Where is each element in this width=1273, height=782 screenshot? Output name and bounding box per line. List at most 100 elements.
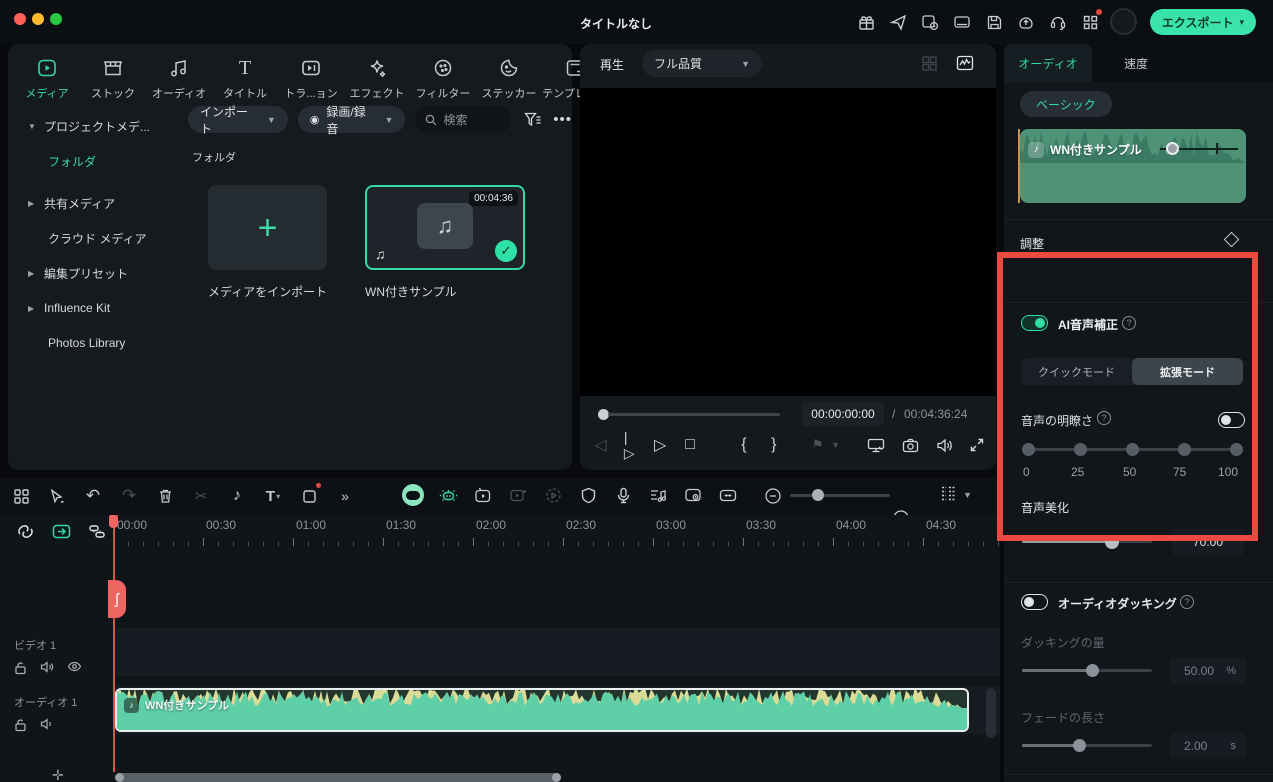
sidebar-item-edit-presets[interactable]: ▶ 編集プリセット (16, 258, 168, 288)
multi-view-icon[interactable] (921, 55, 938, 72)
headset-support-icon[interactable] (1048, 12, 1068, 32)
vertical-scrollbar[interactable] (986, 688, 996, 738)
quick-video-icon[interactable] (472, 484, 494, 506)
voice-clarity-slider[interactable] (1022, 443, 1243, 456)
zoom-out-icon[interactable] (762, 485, 784, 507)
track-height-control[interactable]: ▼ (940, 485, 972, 504)
basic-chip[interactable]: ベーシック (1020, 91, 1112, 117)
track-manager-icon[interactable] (86, 520, 108, 542)
sidebar-item-photos-library[interactable]: Photos Library (16, 328, 168, 358)
import-media-tile[interactable]: + (208, 185, 327, 270)
record-voiceover-icon[interactable] (612, 484, 634, 506)
audio-ducking-toggle[interactable] (1021, 594, 1048, 610)
help-icon[interactable]: ? (1180, 595, 1194, 609)
device-history-icon[interactable] (920, 12, 940, 32)
video-viewport[interactable] (580, 88, 996, 396)
audio-tools-icon[interactable]: ♪ (226, 485, 248, 507)
undo-icon[interactable]: ↶ (82, 485, 104, 507)
play-icon[interactable]: ▷ (654, 434, 667, 456)
tab-media[interactable]: メディア (18, 50, 76, 101)
lock-icon[interactable] (14, 661, 27, 675)
zoom-window-button[interactable] (50, 13, 62, 25)
chevron-down-icon[interactable]: ▼ (829, 434, 842, 456)
timeline-audio-clip[interactable]: ♪ WN付きサンプル (115, 688, 969, 732)
audio-stretch-icon[interactable] (647, 484, 669, 506)
quick-mode-button[interactable]: クイックモード (1021, 358, 1132, 385)
screen-record-icon[interactable] (682, 484, 704, 506)
slider-knob[interactable] (1105, 535, 1119, 549)
workspace-layout-icon[interactable] (1080, 12, 1100, 32)
sidebar-item-influence-kit[interactable]: ▶ Influence Kit (16, 293, 168, 323)
import-dropdown[interactable]: インポート ▼ (188, 105, 288, 136)
snapshot-icon[interactable] (902, 434, 919, 456)
fullscreen-icon[interactable] (970, 434, 984, 456)
more-tools-icon[interactable]: » (334, 485, 356, 507)
timeline-ruler[interactable]: 00:00 00:30 01:00 01:30 02:00 02:30 03:0… (113, 515, 1000, 546)
media-item-tile[interactable]: 00:04:36 ♫ ♫ ✓ (365, 185, 525, 270)
split-scissors-icon[interactable]: ✂ (190, 485, 212, 507)
quality-dropdown[interactable]: フル品質 ▼ (642, 50, 762, 77)
minimize-window-button[interactable] (32, 13, 44, 25)
extended-mode-button[interactable]: 拡張モード (1132, 358, 1243, 385)
delete-icon[interactable] (154, 485, 176, 507)
tab-stock[interactable]: ストック (84, 50, 142, 101)
help-icon[interactable]: ? (1097, 411, 1111, 425)
filter-icon[interactable] (521, 112, 543, 127)
sidebar-item-project-media[interactable]: ▼ プロジェクトメデ... (16, 111, 168, 141)
scrubber-track[interactable] (608, 413, 780, 416)
step-forward-icon[interactable]: |▷ (624, 429, 637, 461)
auto-ripple-icon[interactable] (717, 484, 739, 506)
gift-icon[interactable] (856, 12, 876, 32)
touchbar-icon[interactable] (952, 12, 972, 32)
ai-copilot-icon[interactable] (402, 484, 424, 506)
media-browser-icon[interactable] (10, 485, 32, 507)
add-track-button[interactable]: ✛ (52, 767, 64, 782)
voice-clarity-toggle[interactable] (1218, 412, 1245, 428)
voice-beautify-slider[interactable] (1022, 535, 1152, 549)
stop-icon[interactable]: □ (684, 434, 697, 456)
playhead-line[interactable] (113, 515, 115, 772)
search-input[interactable]: 検索 (415, 106, 512, 133)
sidebar-item-folder[interactable]: フォルダ (16, 146, 168, 176)
text-tool-icon[interactable]: T ▾ (262, 485, 284, 507)
mask-tool-icon[interactable] (298, 483, 321, 507)
send-feedback-icon[interactable] (888, 12, 908, 32)
more-options-icon[interactable]: ••• (553, 111, 572, 128)
playhead-handle[interactable] (109, 515, 118, 528)
zoom-knob[interactable] (812, 489, 824, 501)
ai-voice-enhance-toggle[interactable] (1021, 315, 1048, 331)
tab-audio-properties[interactable]: オーディオ (1004, 44, 1092, 82)
mute-track-icon[interactable] (40, 661, 54, 675)
export-button[interactable]: エクスポート ▾ (1150, 9, 1256, 35)
lock-icon[interactable] (14, 718, 27, 732)
help-icon[interactable]: ? (1122, 316, 1136, 330)
scopes-icon[interactable] (956, 55, 974, 71)
previous-frame-icon[interactable]: ◁ (594, 434, 607, 456)
current-timecode[interactable]: 00:00:00:00 (802, 402, 884, 426)
keyframe-diamond-icon[interactable] (1223, 231, 1240, 248)
shield-icon[interactable] (577, 484, 599, 506)
sidebar-item-cloud-media[interactable]: クラウド メディア (16, 223, 168, 253)
mute-track-icon[interactable] (40, 718, 54, 732)
hide-track-icon[interactable] (67, 661, 82, 675)
record-dropdown[interactable]: ◉ 録画/録音 ▼ (297, 105, 406, 136)
redo-icon[interactable]: ↷ (118, 485, 140, 507)
avatar[interactable] (1110, 8, 1137, 35)
clip-volume-knob[interactable] (1166, 142, 1179, 155)
tab-speed[interactable]: 速度 (1092, 44, 1180, 82)
magnetic-timeline-icon[interactable] (14, 520, 36, 542)
mirror-display-icon[interactable] (867, 434, 885, 456)
ai-assistant-icon[interactable] (437, 484, 459, 506)
upload-share-icon[interactable] (1016, 12, 1036, 32)
close-window-button[interactable] (14, 13, 26, 25)
timeline-zoom-slider[interactable] (790, 489, 890, 501)
voice-beautify-value[interactable]: 70.00 (1172, 529, 1244, 555)
video-track-lane[interactable] (113, 628, 1000, 676)
render-preview-icon[interactable] (542, 484, 564, 506)
link-clips-icon[interactable] (50, 520, 72, 542)
marker-icon[interactable]: ⚑ (811, 434, 824, 456)
mark-in-icon[interactable]: { (738, 434, 751, 456)
select-tool-icon[interactable] (46, 485, 68, 507)
playhead-badge[interactable]: ʃ (108, 580, 126, 618)
sidebar-item-shared-media[interactable]: ▶ 共有メディア (16, 188, 168, 218)
